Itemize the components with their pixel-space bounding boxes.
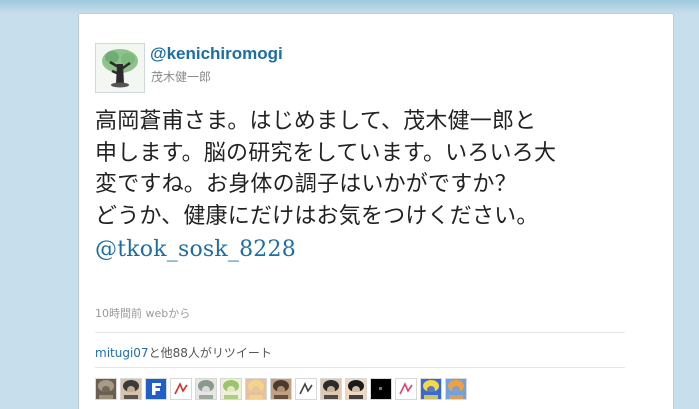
- user-avatar[interactable]: [95, 43, 145, 93]
- mention-link[interactable]: @tkok_sosk_8228: [95, 234, 655, 266]
- page-header-band: [0, 0, 699, 14]
- divider: [95, 332, 625, 333]
- avatar-green-cartoon[interactable]: [220, 378, 242, 400]
- avatar-grey-creature[interactable]: [195, 378, 217, 400]
- retweet-count-text: と他88人がリツイート: [148, 346, 272, 360]
- source-label: webから: [145, 307, 191, 320]
- tweet-text-line: どうか、健康にだけはお気をつけください。: [95, 203, 539, 229]
- avatar-yellow-character[interactable]: [420, 378, 442, 400]
- avatar-face-photo[interactable]: [320, 378, 342, 400]
- real-name: 茂木健一郎: [151, 70, 212, 84]
- avatar-black-square[interactable]: [370, 378, 392, 400]
- tweet-card: @kenichiromogi 茂木健一郎 高岡蒼甫さま。はじめまして、茂木健一郎…: [78, 13, 674, 409]
- divider: [95, 367, 625, 368]
- retweeter-avatars: [95, 378, 467, 402]
- timestamp-link[interactable]: 10時間前: [95, 307, 142, 320]
- avatar-pink-text[interactable]: [395, 378, 417, 400]
- retweet-summary: mitugi07と他88人がリツイート: [95, 344, 272, 361]
- tweet-text-line: 高岡蒼甫さま。はじめまして、茂木健一郎と: [95, 109, 537, 134]
- tree-avatar-icon: [96, 44, 144, 92]
- avatar-dark-figure[interactable]: [270, 378, 292, 400]
- avatar-colorful-anime[interactable]: [445, 378, 467, 400]
- tweet-text: 高岡蒼甫さま。はじめまして、茂木健一郎と 申します。脳の研究をしています。いろい…: [95, 106, 655, 266]
- tweet-text-line: 変ですね。お身体の調子はいかがですか？: [95, 172, 517, 197]
- screen-name-link[interactable]: @kenichiromogi: [150, 44, 283, 64]
- avatar-blue-letter-f[interactable]: [145, 378, 167, 400]
- retweeter-link[interactable]: mitugi07: [95, 346, 149, 360]
- avatar-anime-dark-hair[interactable]: [120, 378, 142, 400]
- avatar-blonde-girl[interactable]: [245, 378, 267, 400]
- avatar-sketch-lines[interactable]: [295, 378, 317, 400]
- avatar-red-sketch[interactable]: [170, 378, 192, 400]
- avatar-photo[interactable]: [95, 378, 117, 400]
- tweet-meta: 10時間前 webから: [95, 305, 190, 321]
- tweet-text-line: 申します。脳の研究をしています。いろいろ大: [95, 140, 557, 166]
- avatar-anime-black-hair[interactable]: [345, 378, 367, 400]
